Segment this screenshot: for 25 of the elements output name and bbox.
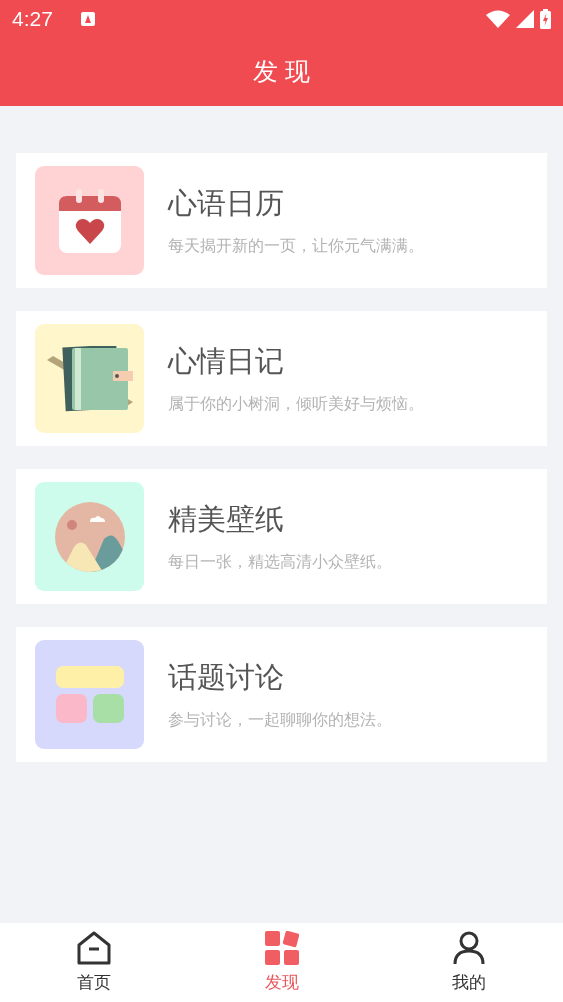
- card-subtitle: 属于你的小树洞，倾听美好与烦恼。: [168, 394, 424, 415]
- card-subtitle: 每日一张，精选高清小众壁纸。: [168, 552, 392, 573]
- card-title: 精美壁纸: [168, 501, 285, 538]
- status-time: 4:27: [12, 7, 53, 31]
- card-subtitle: 参与讨论，一起聊聊你的想法。: [168, 710, 392, 731]
- signal-icon: [516, 10, 534, 28]
- grid-icon: [264, 931, 299, 965]
- feature-card[interactable]: 话题讨论 参与讨论，一起聊聊你的想法。: [16, 627, 547, 762]
- card-title: 心情日记: [168, 343, 285, 380]
- calendar-heart-icon: [58, 188, 121, 253]
- card-title: 话题讨论: [168, 659, 285, 696]
- user-icon: [452, 931, 487, 965]
- card-title: 心语日历: [168, 185, 285, 222]
- feature-card[interactable]: 精美壁纸 每日一张，精选高清小众壁纸。: [16, 469, 547, 604]
- wifi-icon: [486, 10, 510, 28]
- layout-icon: [55, 665, 124, 724]
- card-subtitle: 每天揭开新的一页，让你元气满满。: [168, 236, 424, 257]
- home-icon: [75, 931, 112, 965]
- notification-icon: [80, 12, 95, 26]
- page-title: 发 现: [251, 56, 312, 88]
- feature-card[interactable]: 心情日记 属于你的小树洞，倾听美好与烦恼。: [16, 311, 547, 446]
- feature-card[interactable]: 心语日历 每天揭开新的一页，让你元气满满。: [16, 153, 547, 288]
- notebook-icon: [46, 345, 133, 412]
- landscape-icon: [53, 500, 126, 573]
- battery-icon: [540, 9, 551, 29]
